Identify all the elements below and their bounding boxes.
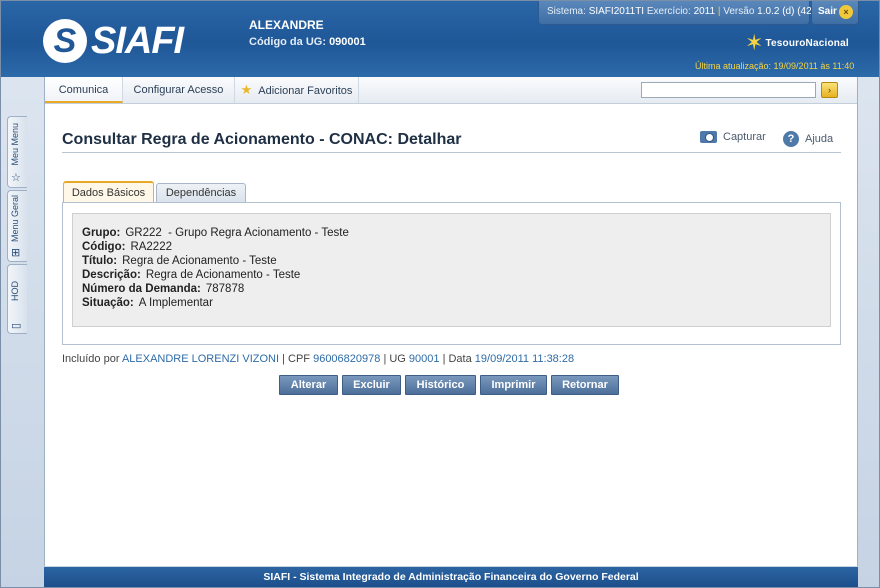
menu-geral-label: Menu Geral	[10, 195, 20, 243]
inclusion-ug-label: | UG	[383, 353, 406, 365]
logout-button[interactable]: Sair ×	[811, 1, 859, 25]
capture-label: Capturar	[723, 131, 766, 143]
inclusion-ug-link[interactable]: 90001	[409, 353, 440, 365]
help-icon: ?	[783, 131, 799, 147]
search-input[interactable]	[641, 82, 816, 98]
menu-item-label: Adicionar Favoritos	[258, 85, 353, 97]
top-menu-bar: Comunica Configurar Acesso ★ Adicionar Fa…	[45, 77, 857, 104]
demanda-value: 787878	[205, 283, 245, 295]
inclusion-prefix: Incluído por	[62, 353, 120, 365]
meu-menu-tab[interactable]: Meu Menu ☆	[7, 116, 27, 188]
ug-code: Código da UG: 090001	[249, 36, 366, 48]
search-go-button[interactable]: ›	[821, 82, 838, 98]
last-update: Última atualização: 19/09/2011 às 11:40	[695, 61, 855, 71]
monitor-icon: ▭	[11, 320, 22, 332]
title-divider	[62, 152, 841, 153]
inclusion-data-value: 19/09/2011 11:38:28	[474, 353, 575, 365]
siafi-logo-mark: S	[43, 19, 87, 63]
details-box: Grupo: GR222 - Grupo Regra Acionamento - …	[72, 213, 831, 327]
inclusion-cpf-link[interactable]: 96006820978	[313, 353, 380, 365]
capture-button[interactable]: Capturar	[700, 131, 766, 143]
logout-label: Sair	[818, 6, 837, 17]
descricao-label: Descrição:	[82, 269, 141, 281]
tab-panel: Grupo: GR222 - Grupo Regra Acionamento - …	[62, 202, 841, 345]
tab-dados-basicos[interactable]: Dados Básicos	[63, 181, 154, 203]
grupo-row: Grupo: GR222 - Grupo Regra Acionamento - …	[82, 226, 830, 240]
close-icon: ×	[839, 5, 853, 19]
menu-item-configurar-acesso[interactable]: Configurar Acesso	[123, 77, 235, 103]
titulo-label: Título:	[82, 255, 118, 267]
exercicio-value: 2011	[693, 6, 716, 17]
codigo-label: Código:	[82, 241, 126, 253]
siafi-logo: S SIAFI	[43, 19, 188, 63]
camera-icon	[700, 131, 717, 143]
titulo-value: Regra de Acionamento - Teste	[122, 255, 277, 267]
system-value: SIAFI2011TI	[588, 6, 645, 17]
menu-geral-tab[interactable]: Menu Geral ⊞	[7, 190, 27, 262]
menu-item-comunica[interactable]: Comunica	[45, 77, 123, 103]
star-icon: ☆	[11, 172, 21, 184]
situacao-value: A Implementar	[138, 297, 213, 309]
inclusion-info: Incluído por ALEXANDRE LORENZI VIZONI | …	[62, 353, 574, 365]
inclusion-data-label: | Data	[442, 353, 472, 365]
tesouro-nacional-text: TesouroNacional	[765, 37, 849, 49]
sitemap-icon: ⊞	[11, 247, 21, 259]
menu-item-label: Configurar Acesso	[133, 84, 224, 96]
tesouro-nacional-logo: ✶ TesouroNacional	[745, 31, 849, 55]
inclusion-user-link[interactable]: ALEXANDRE LORENZI VIZONI	[122, 353, 279, 365]
help-button[interactable]: ? Ajuda	[783, 131, 833, 147]
titulo-row: Título: Regra de Acionamento - Teste	[82, 254, 830, 268]
grupo-label: Grupo:	[82, 227, 121, 239]
star-icon: ★	[240, 82, 253, 97]
versao-label: Versão	[723, 6, 755, 17]
ug-code-label: Código da UG:	[249, 36, 326, 48]
descricao-value: Regra de Acionamento - Teste	[145, 269, 301, 281]
exercicio-label: Exercício:	[646, 6, 691, 17]
hod-tab[interactable]: HOD ▭	[7, 264, 27, 334]
system-label: Sistema:	[547, 6, 586, 17]
footer: SIAFI - Sistema Integrado de Administraç…	[44, 567, 858, 587]
meu-menu-label: Meu Menu	[10, 123, 20, 166]
excluir-button[interactable]: Excluir	[342, 375, 401, 395]
situacao-row: Situação: A Implementar	[82, 296, 830, 310]
descricao-row: Descrição: Regra de Acionamento - Teste	[82, 268, 830, 282]
siafi-logo-text: SIAFI	[91, 19, 184, 62]
user-name: ALEXANDRE	[249, 18, 324, 32]
grupo-value: GR222 - Grupo Regra Acionamento - Teste	[125, 227, 349, 239]
system-info-bar: Sistema: SIAFI2011TI Exercício: 2011 | V…	[538, 1, 821, 25]
main-panel: Comunica Configurar Acesso ★ Adicionar Fa…	[44, 77, 858, 566]
menu-item-adicionar-favoritos[interactable]: ★ Adicionar Favoritos	[235, 77, 359, 103]
menu-item-label: Comunica	[58, 84, 109, 96]
codigo-row: Código: RA2222	[82, 240, 830, 254]
demanda-row: Número da Demanda: 787878	[82, 282, 830, 296]
imprimir-button[interactable]: Imprimir	[480, 375, 547, 395]
hod-label: HOD	[10, 281, 20, 301]
help-label: Ajuda	[805, 133, 834, 145]
codigo-value: RA2222	[130, 241, 172, 253]
alterar-button[interactable]: Alterar	[279, 375, 338, 395]
demanda-label: Número da Demanda:	[82, 283, 201, 295]
tab-dependencias[interactable]: Dependências	[156, 183, 246, 203]
ug-code-value: 090001	[329, 36, 366, 48]
tesouro-star-icon: ✶	[745, 30, 764, 55]
page-title: Consultar Regra de Acionamento - CONAC: …	[62, 131, 462, 148]
inclusion-cpf-label: | CPF	[282, 353, 311, 365]
historico-button[interactable]: Histórico	[405, 375, 476, 395]
situacao-label: Situação:	[82, 297, 134, 309]
siafi-logo-letter: S	[53, 22, 77, 60]
retornar-button[interactable]: Retornar	[551, 375, 619, 395]
